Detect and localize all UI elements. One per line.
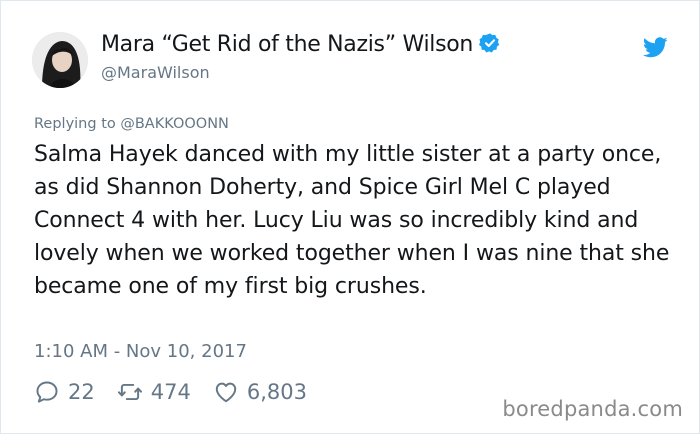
reply-count: 22 — [68, 380, 95, 404]
like-button[interactable]: 6,803 — [213, 379, 307, 405]
avatar[interactable] — [32, 32, 88, 88]
profile-photo — [32, 32, 88, 88]
twitter-bird-icon[interactable] — [643, 37, 668, 58]
action-bar: 22 474 6,803 — [34, 376, 329, 408]
heart-icon — [215, 382, 237, 403]
timestamp[interactable]: 1:10 AM - Nov 10, 2017 — [34, 341, 247, 362]
tweet-text: Salma Hayek danced with my little sister… — [34, 142, 670, 299]
like-count: 6,803 — [246, 380, 307, 404]
reply-button[interactable]: 22 — [34, 379, 95, 405]
retweet-count: 474 — [150, 380, 191, 404]
retweet-button[interactable]: 474 — [117, 379, 191, 405]
replying-to: Replying to @BAKKOOONN — [34, 116, 229, 132]
display-name[interactable]: Mara “Get Rid of the Nazis” Wilson — [101, 32, 501, 57]
reply-icon — [36, 381, 58, 403]
handle[interactable]: @MaraWilson — [101, 63, 210, 82]
retweet-icon — [117, 383, 142, 401]
tweet-card: Mara “Get Rid of the Nazis” Wilson @Mara… — [0, 0, 700, 434]
watermark: boredpanda.com — [502, 397, 683, 421]
replying-prefix: Replying to — [34, 116, 116, 132]
reply-target-link[interactable]: @BAKKOOONN — [120, 116, 229, 132]
verified-badge-icon — [479, 33, 500, 53]
display-name-text: Mara “Get Rid of the Nazis” Wilson — [101, 32, 474, 57]
